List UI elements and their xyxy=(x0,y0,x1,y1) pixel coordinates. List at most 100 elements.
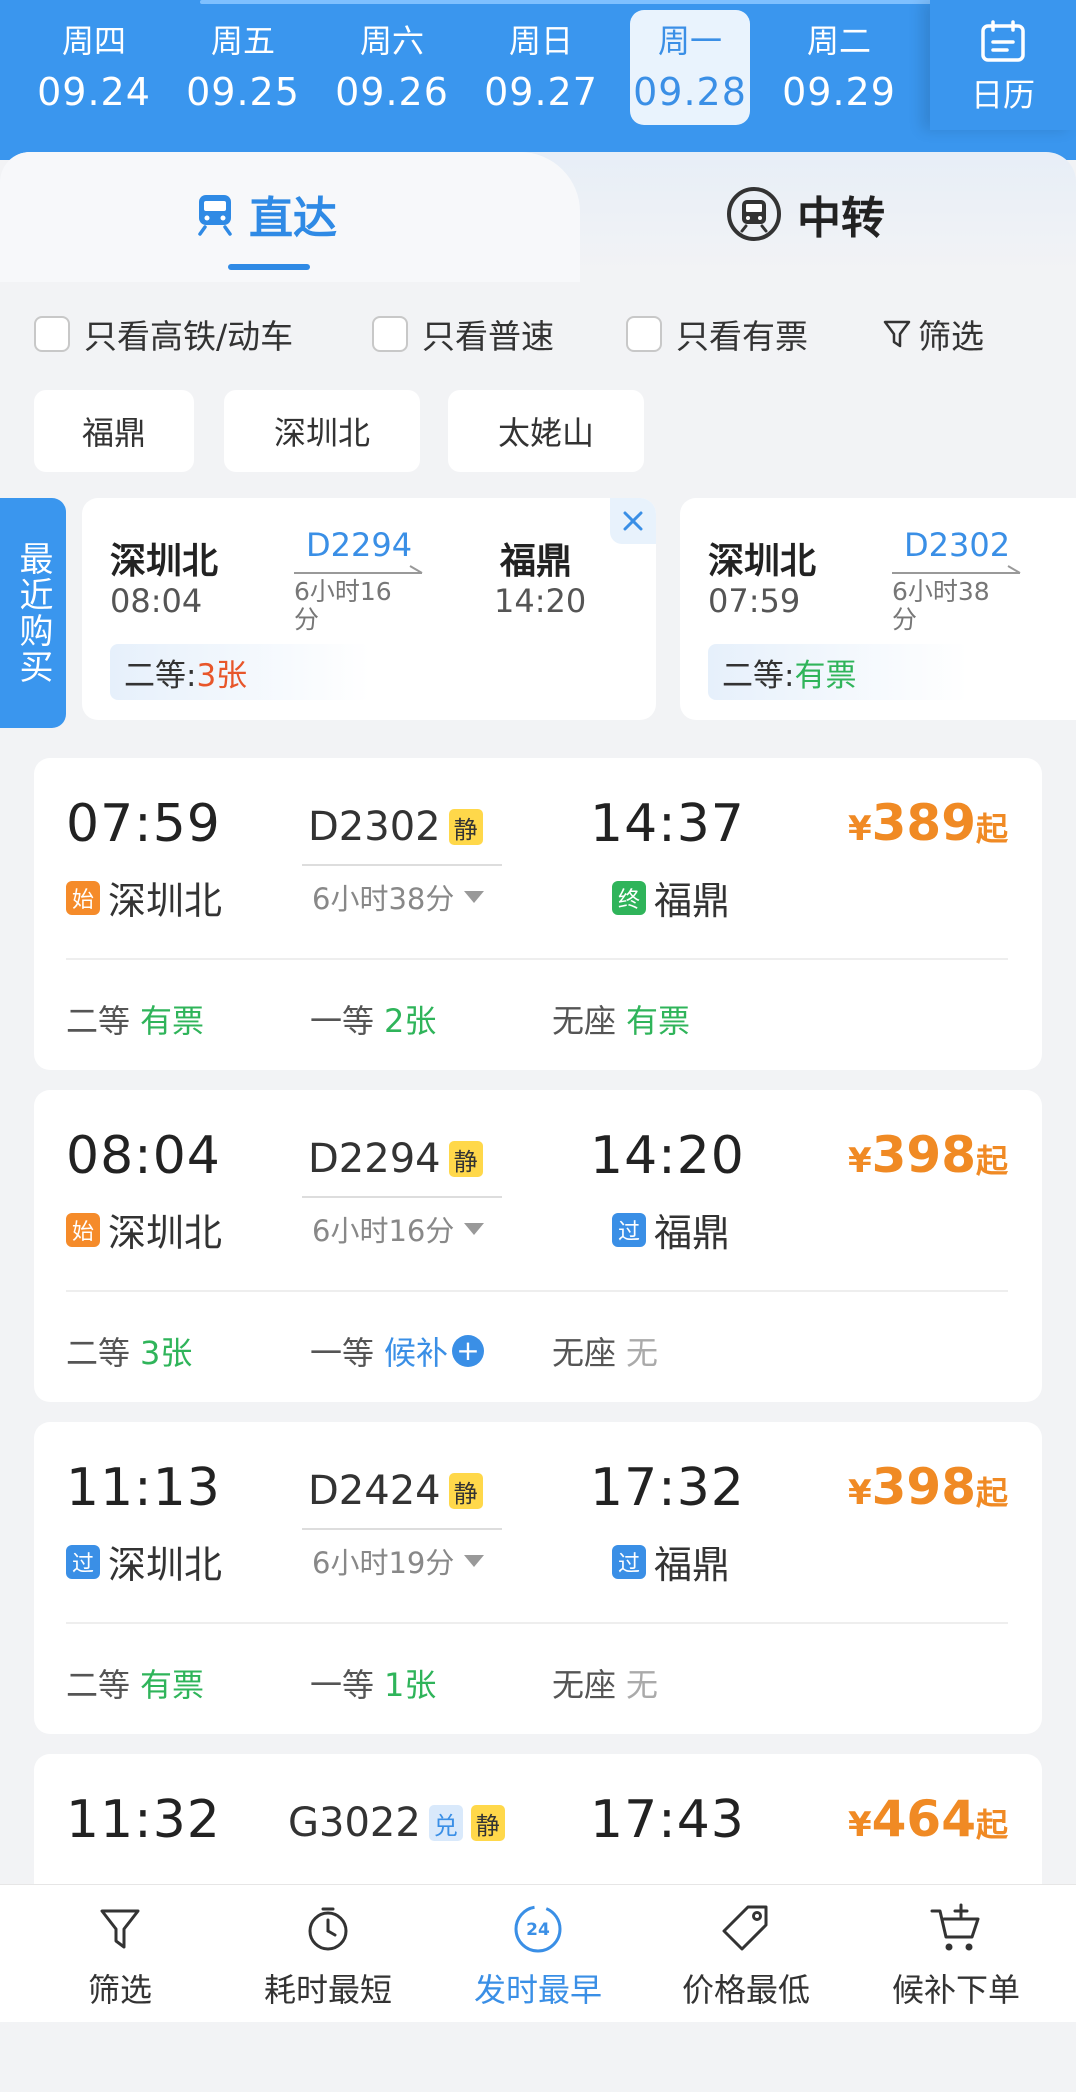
recent-train-number: D2302 xyxy=(904,526,1011,564)
date-item-0927[interactable]: 周日 09.27 xyxy=(481,10,601,125)
nav-cheapest[interactable]: 价格最低 xyxy=(656,1899,836,2017)
nav-shortest[interactable]: 耗时最短 xyxy=(238,1899,418,2017)
seat-class: 二等: xyxy=(722,657,795,694)
quiet-car-tag: 静 xyxy=(448,809,483,845)
date-value: 09.26 xyxy=(335,70,449,114)
date-weekday: 周五 xyxy=(210,22,275,60)
recent-from-station: 深圳北 xyxy=(708,541,817,582)
recent-train-number: D2294 xyxy=(306,526,413,564)
filter-normal-checkbox[interactable]: 只看普速 xyxy=(372,310,554,358)
station-badge-start: 始 xyxy=(66,880,100,915)
train-number-text: D2302 xyxy=(308,804,441,850)
nav-filter[interactable]: 筛选 xyxy=(30,1899,210,2017)
bottom-safe-area xyxy=(0,2022,1076,2092)
train-number: D2294 静 xyxy=(308,1136,483,1182)
funnel-icon xyxy=(882,318,912,350)
filter-highspeed-checkbox[interactable]: 只看高铁/动车 xyxy=(34,310,293,358)
duration-line xyxy=(302,864,502,866)
price: ¥389 起 xyxy=(848,794,1008,852)
departure-time: 11:32 xyxy=(66,1790,221,1850)
recent-to-time: 14:20 xyxy=(494,582,587,620)
nav-cheapest-label: 价格最低 xyxy=(681,1971,810,2009)
station-chip-shenzhenbei[interactable]: 深圳北 xyxy=(224,390,420,472)
nav-shortest-label: 耗时最短 xyxy=(263,1971,392,2009)
recent-seat-info: 二等: 有票 xyxy=(708,644,968,700)
seat-availability: 有票 xyxy=(626,1002,691,1040)
price-symbol: ¥ xyxy=(847,1473,872,1513)
arrival-time: 14:37 xyxy=(590,794,745,854)
filter-normal-label: 只看普速 xyxy=(422,317,554,356)
tab-active-indicator xyxy=(228,264,310,270)
price-symbol: ¥ xyxy=(847,1805,872,1845)
train-card[interactable]: 07:59 始 深圳北 D2302 静 6小时38分 14:37 终 福鼎 ¥3… xyxy=(34,758,1042,1070)
seat-availability: 无 xyxy=(626,1666,659,1704)
seat-no-seat: 无座无 xyxy=(552,1660,658,1706)
clock-24-icon: 24 xyxy=(448,1899,628,1959)
duration-toggle[interactable]: 6小时38分 xyxy=(312,876,485,918)
top-indicator xyxy=(200,0,980,4)
train-number-text: D2424 xyxy=(308,1468,441,1514)
departure-station: 始 深圳北 xyxy=(66,870,222,925)
duration-line xyxy=(302,1528,502,1530)
cart-plus-icon xyxy=(866,1899,1046,1959)
seat-second-class: 二等 有票 xyxy=(66,996,204,1042)
arrow-icon xyxy=(892,565,1021,574)
date-item-0929[interactable]: 周二 09.29 xyxy=(779,10,899,125)
train-card[interactable]: 11:13 过 深圳北 D2424 静 6小时19分 17:32 过 福鼎 ¥3… xyxy=(34,1422,1042,1734)
price-symbol: ¥ xyxy=(847,1141,872,1181)
station-chip-tailaoshan[interactable]: 太姥山 xyxy=(448,390,644,472)
checkbox-box xyxy=(626,316,662,352)
nav-waitlist[interactable]: 候补下单 xyxy=(866,1899,1046,2017)
nav-earliest[interactable]: 24 发时最早 xyxy=(448,1899,628,2017)
recent-tag-text: 最近购买 xyxy=(13,541,53,685)
calendar-button[interactable]: 日历 xyxy=(930,0,1076,130)
divider xyxy=(66,1622,1008,1624)
seat-availability: 2张 xyxy=(384,1002,437,1040)
bottom-sort-bar: 筛选 耗时最短 24 发时最早 价格最低 候补下单 xyxy=(0,1884,1076,2022)
train-card[interactable]: 08:04 始 深圳北 D2294 静 6小时16分 14:20 过 福鼎 ¥3… xyxy=(34,1090,1042,1402)
nav-waitlist-label: 候补下单 xyxy=(891,1971,1020,2009)
date-item-0925[interactable]: 周五 09.25 xyxy=(183,10,303,125)
arrival-time: 17:32 xyxy=(590,1458,745,1518)
seat-class: 一等 xyxy=(310,1002,375,1040)
calendar-icon xyxy=(930,20,1076,68)
recent-card[interactable]: 深圳北 07:59 D2302 6小时38分 二等: 有票 xyxy=(680,498,1076,720)
recent-seat-info: 二等: 3张 xyxy=(110,644,370,700)
station-badge-pass: 过 xyxy=(612,1544,646,1579)
date-item-0924[interactable]: 周四 09.24 xyxy=(34,10,154,125)
seat-availability-row: 二等 有票 一等 1张 无座无 xyxy=(66,1660,1006,1710)
filter-available-label: 只看有票 xyxy=(676,317,808,356)
date-value: 09.24 xyxy=(37,70,151,114)
date-value: 09.28 xyxy=(633,70,747,114)
departure-station: 始 深圳北 xyxy=(66,1202,222,1257)
tab-direct-label: 直达 xyxy=(249,193,337,244)
calendar-label: 日历 xyxy=(970,76,1035,114)
arrival-time: 14:20 xyxy=(590,1126,745,1186)
duration-toggle[interactable]: 6小时19分 xyxy=(312,1540,485,1582)
station-name: 深圳北 xyxy=(108,1211,223,1255)
recent-duration: 6小时38分 xyxy=(892,577,990,634)
date-item-0928-selected[interactable]: 周一 09.28 xyxy=(630,10,750,125)
seat-class: 二等 xyxy=(66,1666,131,1704)
tab-transfer[interactable]: 中转 xyxy=(725,184,885,244)
date-bar: 周四 09.24 周五 09.25 周六 09.26 周日 09.27 周一 0… xyxy=(0,0,1076,160)
price: ¥398 起 xyxy=(848,1126,1008,1184)
duration-toggle[interactable]: 6小时16分 xyxy=(312,1208,485,1250)
train-number-text: G3022 xyxy=(288,1800,421,1846)
train-card[interactable]: 11:32 G3022 兑 静 17:43 ¥464 起 xyxy=(34,1754,1042,1894)
quiet-car-tag: 静 xyxy=(448,1141,483,1177)
date-item-0926[interactable]: 周六 09.26 xyxy=(332,10,452,125)
seat-availability: 有票 xyxy=(140,1666,205,1704)
seat-first-class-waitlist[interactable]: 一等 候补 + xyxy=(310,1328,485,1374)
date-weekday: 周四 xyxy=(61,22,126,60)
screen-button[interactable]: 筛选 xyxy=(882,310,984,358)
recent-card[interactable]: 深圳北 08:04 D2294 6小时16分 福鼎 14:20 二等: 3张 xyxy=(82,498,656,720)
station-name: 深圳北 xyxy=(108,879,223,923)
filter-available-checkbox[interactable]: 只看有票 xyxy=(626,310,808,358)
seat-availability: 无 xyxy=(626,1334,659,1372)
price-value: 464 xyxy=(871,1790,976,1848)
close-button[interactable] xyxy=(610,498,656,544)
station-chip-fuding[interactable]: 福鼎 xyxy=(34,390,194,472)
tab-direct[interactable]: 直达 xyxy=(195,184,337,244)
divider xyxy=(66,1290,1008,1292)
